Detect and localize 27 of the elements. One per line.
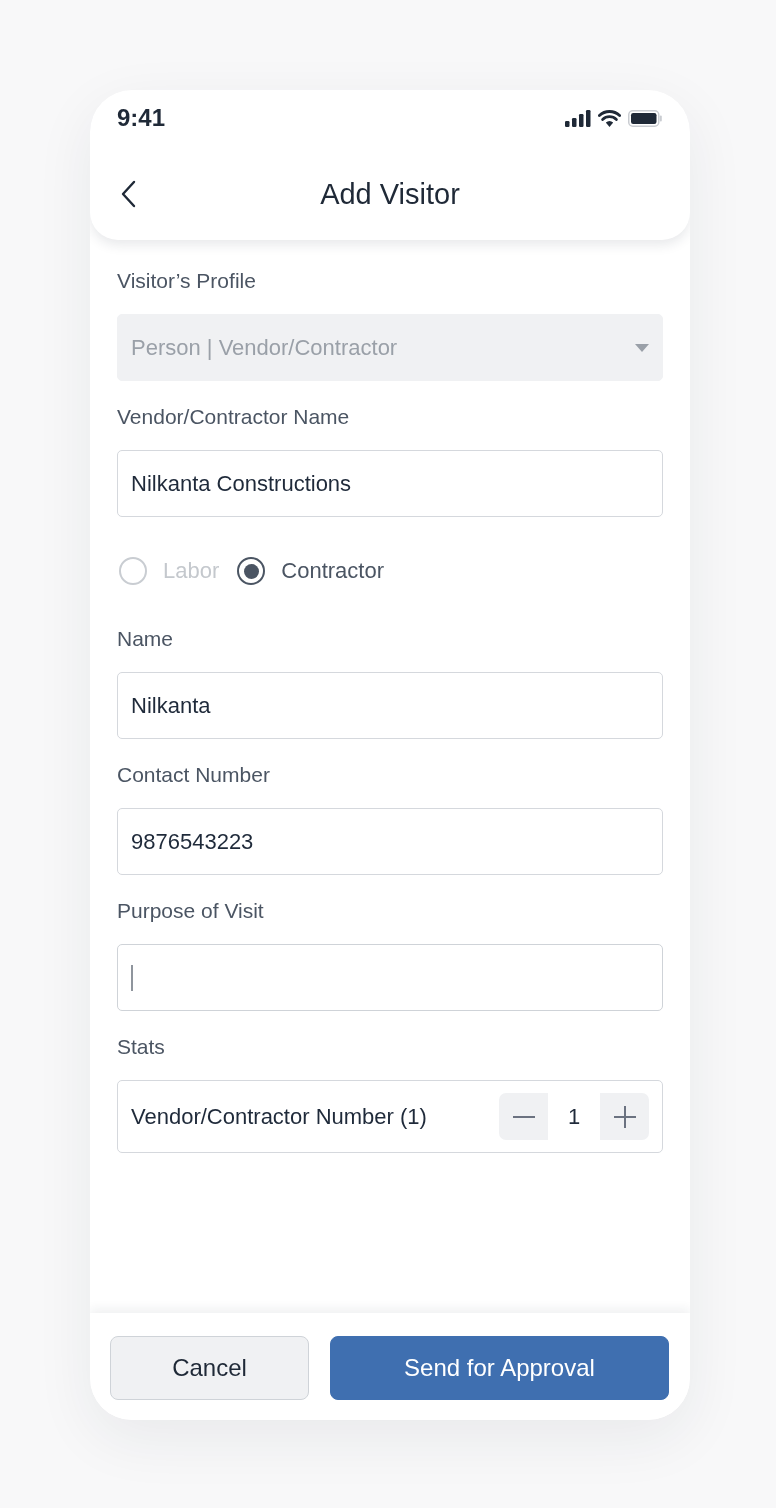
minus-icon [512, 1115, 535, 1118]
text-field[interactable]: Nilkanta [117, 672, 663, 739]
radio-label: Labor [163, 557, 220, 585]
field-label: Contact Number [117, 762, 271, 788]
signal-icon [565, 109, 591, 127]
battery-icon [628, 109, 662, 127]
quantity-value: 1 [548, 1093, 600, 1140]
chevron-left-icon [120, 180, 136, 208]
wifi-icon [598, 109, 621, 127]
field-label: Stats [117, 1034, 166, 1060]
radio-label: Contractor [281, 557, 384, 585]
caret-down-icon [635, 343, 649, 352]
field-label: Name [117, 626, 175, 652]
plus-icon [613, 1105, 636, 1128]
field-label: Visitor’s Profile [117, 268, 257, 294]
screen-title: Add Visitor [319, 177, 461, 212]
status-time: 9:41 [117, 104, 166, 132]
text-field[interactable]: Nilkanta Constructions [117, 450, 663, 517]
field-label: Purpose of Visit [117, 898, 265, 924]
text-cursor [131, 964, 133, 991]
text-field[interactable] [117, 944, 663, 1011]
text-field[interactable]: 9876543223 [117, 808, 663, 875]
field-label: Vendor/Contractor Name [117, 404, 351, 430]
radio-button[interactable] [237, 557, 266, 585]
submit-button[interactable]: Send for Approval [330, 1336, 669, 1400]
stats-item-label: Vendor/Contractor Number (1) [131, 1103, 427, 1131]
cancel-button[interactable]: Cancel [110, 1336, 309, 1400]
